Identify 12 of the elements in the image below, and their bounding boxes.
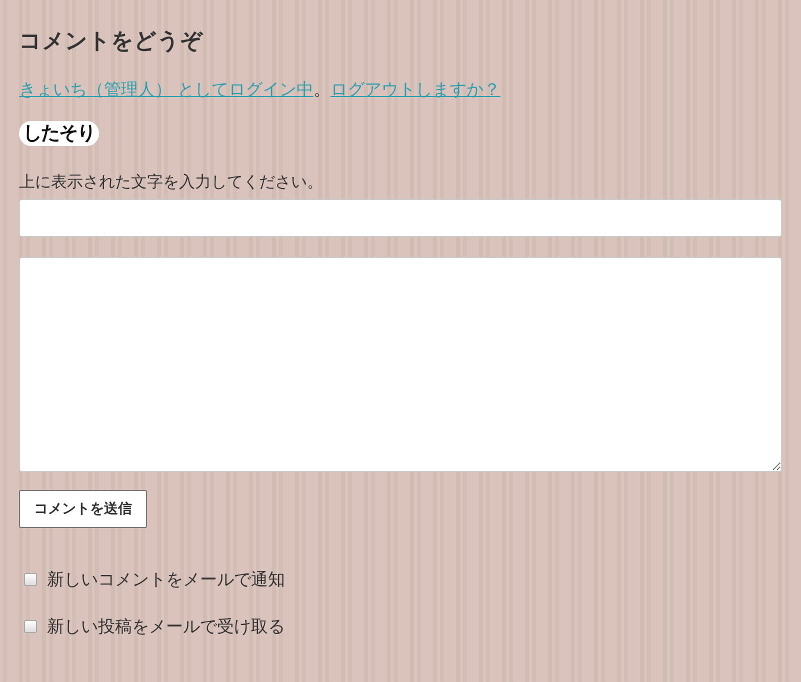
checkbox-label: 新しい投稿をメールで受け取る [47, 616, 285, 638]
separator-text: 。 [313, 79, 330, 101]
logout-link[interactable]: ログアウトしますか？ [330, 78, 500, 101]
comment-heading: コメントをどうぞ [19, 28, 204, 56]
captcha-label: 上に表示された文字を入力してください。 [19, 172, 324, 193]
checkbox-label: 新しいコメントをメールで通知 [47, 569, 285, 591]
checkbox[interactable] [24, 620, 37, 633]
user-link[interactable]: きょいち（管理人） としてログイン中 [19, 78, 314, 101]
captcha-input[interactable] [19, 199, 782, 237]
checkbox[interactable] [24, 573, 37, 586]
submit-button[interactable]: コメントを送信 [19, 490, 147, 528]
captcha-image: したそり [19, 121, 99, 146]
